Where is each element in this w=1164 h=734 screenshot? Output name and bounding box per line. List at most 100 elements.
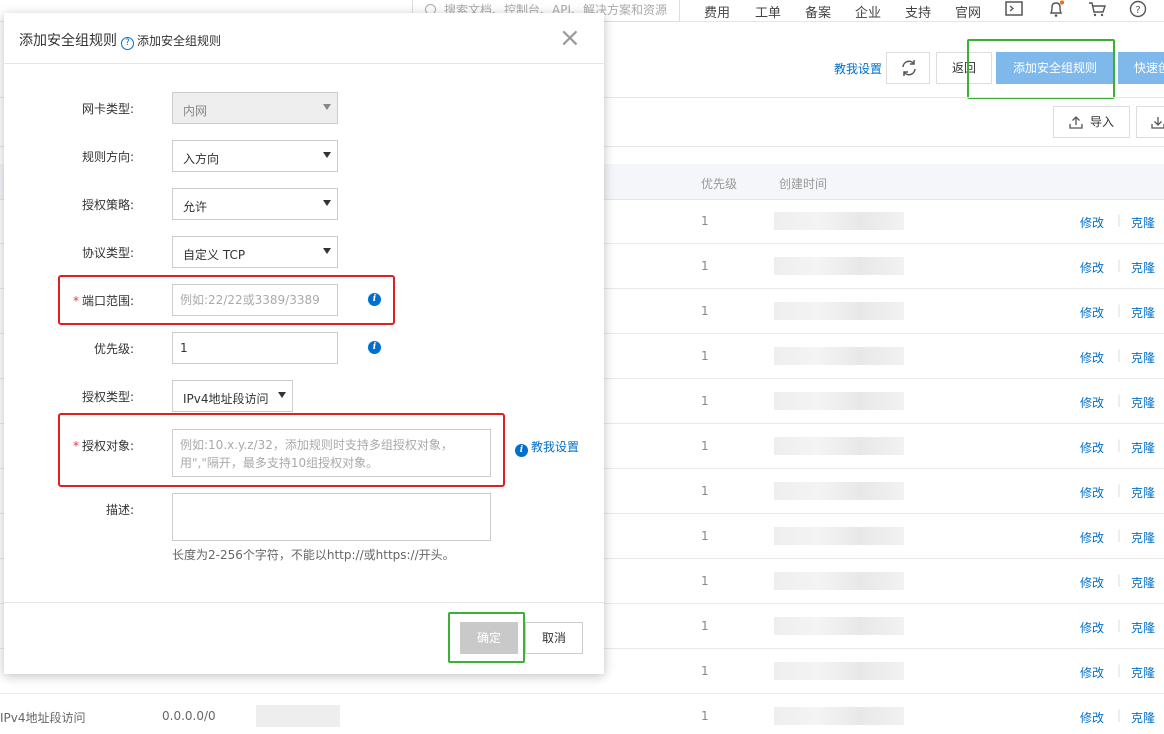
nav-item-support[interactable]: 支持: [905, 2, 931, 21]
highlight-box-confirm: [448, 612, 525, 663]
row-auth-object: 0.0.0.0/0: [162, 709, 216, 723]
nav-item-enterprise[interactable]: 企业: [855, 2, 881, 21]
add-rule-dialog: 添加安全组规则 ? 添加安全组规则 × 网卡类型: 内网 规则方向: 入方向 授权…: [4, 13, 604, 674]
row-edit-link[interactable]: 修改: [1080, 439, 1104, 456]
policy-select[interactable]: 允许: [172, 188, 338, 220]
action-separator: |: [1117, 303, 1122, 317]
redacted-created-time: [774, 662, 904, 680]
redacted-created-time: [774, 437, 904, 455]
svg-text:?: ?: [1135, 5, 1140, 16]
protocol-select[interactable]: 自定义 TCP: [172, 236, 338, 268]
highlight-box-add-rule: [967, 39, 1115, 99]
row-edit-link[interactable]: 修改: [1080, 214, 1104, 231]
row-priority: 1: [701, 349, 709, 363]
info-icon[interactable]: i: [368, 341, 381, 354]
row-edit-link[interactable]: 修改: [1080, 574, 1104, 591]
row-clone-link[interactable]: 克隆: [1131, 439, 1155, 456]
nav-item-ticket[interactable]: 工单: [755, 2, 781, 21]
caret-down-icon: [323, 152, 331, 158]
redacted-created-time: [774, 617, 904, 635]
nic-type-value: 内网: [183, 104, 208, 118]
quick-create-button[interactable]: 快速创: [1118, 52, 1164, 84]
priority-input[interactable]: [172, 332, 338, 364]
row-clone-link[interactable]: 克隆: [1131, 529, 1155, 546]
refresh-button[interactable]: [886, 52, 930, 84]
row-clone-link[interactable]: 克隆: [1131, 394, 1155, 411]
auth-type-select[interactable]: IPv4地址段访问: [172, 380, 293, 412]
question-icon: ?: [121, 37, 134, 50]
export-button[interactable]: [1136, 106, 1164, 138]
nav-item-billing[interactable]: 费用: [704, 2, 730, 21]
action-separator: |: [1117, 258, 1122, 272]
row-clone-link[interactable]: 克隆: [1131, 259, 1155, 276]
row-edit-link[interactable]: 修改: [1080, 484, 1104, 501]
action-separator: |: [1117, 528, 1122, 542]
row-clone-link[interactable]: 克隆: [1131, 664, 1155, 681]
direction-select[interactable]: 入方向: [172, 140, 338, 172]
row-clone-link[interactable]: 克隆: [1131, 214, 1155, 231]
row-priority: 1: [701, 304, 709, 318]
row-clone-link[interactable]: 克隆: [1131, 709, 1155, 726]
row-edit-link[interactable]: 修改: [1080, 664, 1104, 681]
auth-type-value: IPv4地址段访问: [183, 392, 269, 406]
import-label: 导入: [1090, 115, 1115, 129]
row-priority: 1: [701, 574, 709, 588]
row-edit-link[interactable]: 修改: [1080, 394, 1104, 411]
row-edit-link[interactable]: 修改: [1080, 619, 1104, 636]
direction-value: 入方向: [183, 152, 220, 166]
row-clone-link[interactable]: 克隆: [1131, 619, 1155, 636]
row-edit-link[interactable]: 修改: [1080, 259, 1104, 276]
teach-me-link[interactable]: i 教我设置: [515, 438, 579, 457]
row-auth-type: IPv4地址段访问: [0, 711, 86, 725]
action-separator: |: [1117, 483, 1122, 497]
highlight-box-auth-object: [58, 413, 505, 487]
action-separator: |: [1117, 348, 1122, 362]
cancel-button[interactable]: 取消: [525, 622, 583, 654]
policy-label: 授权策略:: [81, 198, 134, 212]
description-label: 描述:: [105, 503, 134, 517]
download-icon: [1151, 117, 1164, 129]
terminal-icon[interactable]: [1004, 0, 1024, 18]
caret-down-icon: [323, 200, 331, 206]
nic-type-label: 网卡类型:: [81, 102, 134, 116]
caret-down-icon: [323, 248, 331, 254]
redacted-created-time: [774, 257, 904, 275]
setup-guide-link[interactable]: 教我设置: [834, 60, 882, 77]
protocol-value: 自定义 TCP: [183, 248, 246, 262]
bell-icon[interactable]: [1046, 0, 1066, 18]
dialog-footer-divider: [4, 602, 604, 603]
import-button[interactable]: 导入: [1053, 106, 1130, 138]
cart-icon[interactable]: [1087, 0, 1107, 18]
redacted-created-time: [774, 482, 904, 500]
table-row: IPv4地址段访问 0.0.0.0/0 1 修改 | 克隆: [0, 694, 1164, 734]
row-priority: 1: [701, 394, 709, 408]
description-textarea[interactable]: [172, 493, 491, 541]
help-icon[interactable]: ?: [1128, 0, 1148, 18]
column-priority: 优先级: [701, 177, 738, 191]
teach-me-text: 教我设置: [531, 440, 580, 454]
redacted-created-time: [774, 347, 904, 365]
nav-item-website[interactable]: 官网: [955, 2, 981, 21]
row-edit-link[interactable]: 修改: [1080, 529, 1104, 546]
dialog-title: 添加安全组规则: [19, 33, 117, 49]
auth-type-label: 授权类型:: [81, 390, 134, 404]
column-created-time: 创建时间: [779, 177, 828, 191]
row-priority: 1: [701, 484, 709, 498]
close-icon[interactable]: ×: [559, 23, 581, 53]
action-separator: |: [1117, 708, 1122, 722]
description-hint: 长度为2-256个字符，不能以http://或https://开头。: [172, 548, 455, 562]
row-edit-link[interactable]: 修改: [1080, 709, 1104, 726]
nav-item-icp[interactable]: 备案: [805, 2, 831, 21]
row-clone-link[interactable]: 克隆: [1131, 349, 1155, 366]
redacted-created-time: [774, 392, 904, 410]
row-clone-link[interactable]: 克隆: [1131, 484, 1155, 501]
row-edit-link[interactable]: 修改: [1080, 304, 1104, 321]
dialog-help-link[interactable]: ? 添加安全组规则: [121, 32, 221, 50]
highlight-box-port-range: [58, 275, 395, 325]
policy-value: 允许: [183, 200, 208, 214]
row-clone-link[interactable]: 克隆: [1131, 574, 1155, 591]
row-edit-link[interactable]: 修改: [1080, 349, 1104, 366]
row-priority: 1: [701, 439, 709, 453]
action-separator: |: [1117, 663, 1122, 677]
row-clone-link[interactable]: 克隆: [1131, 304, 1155, 321]
